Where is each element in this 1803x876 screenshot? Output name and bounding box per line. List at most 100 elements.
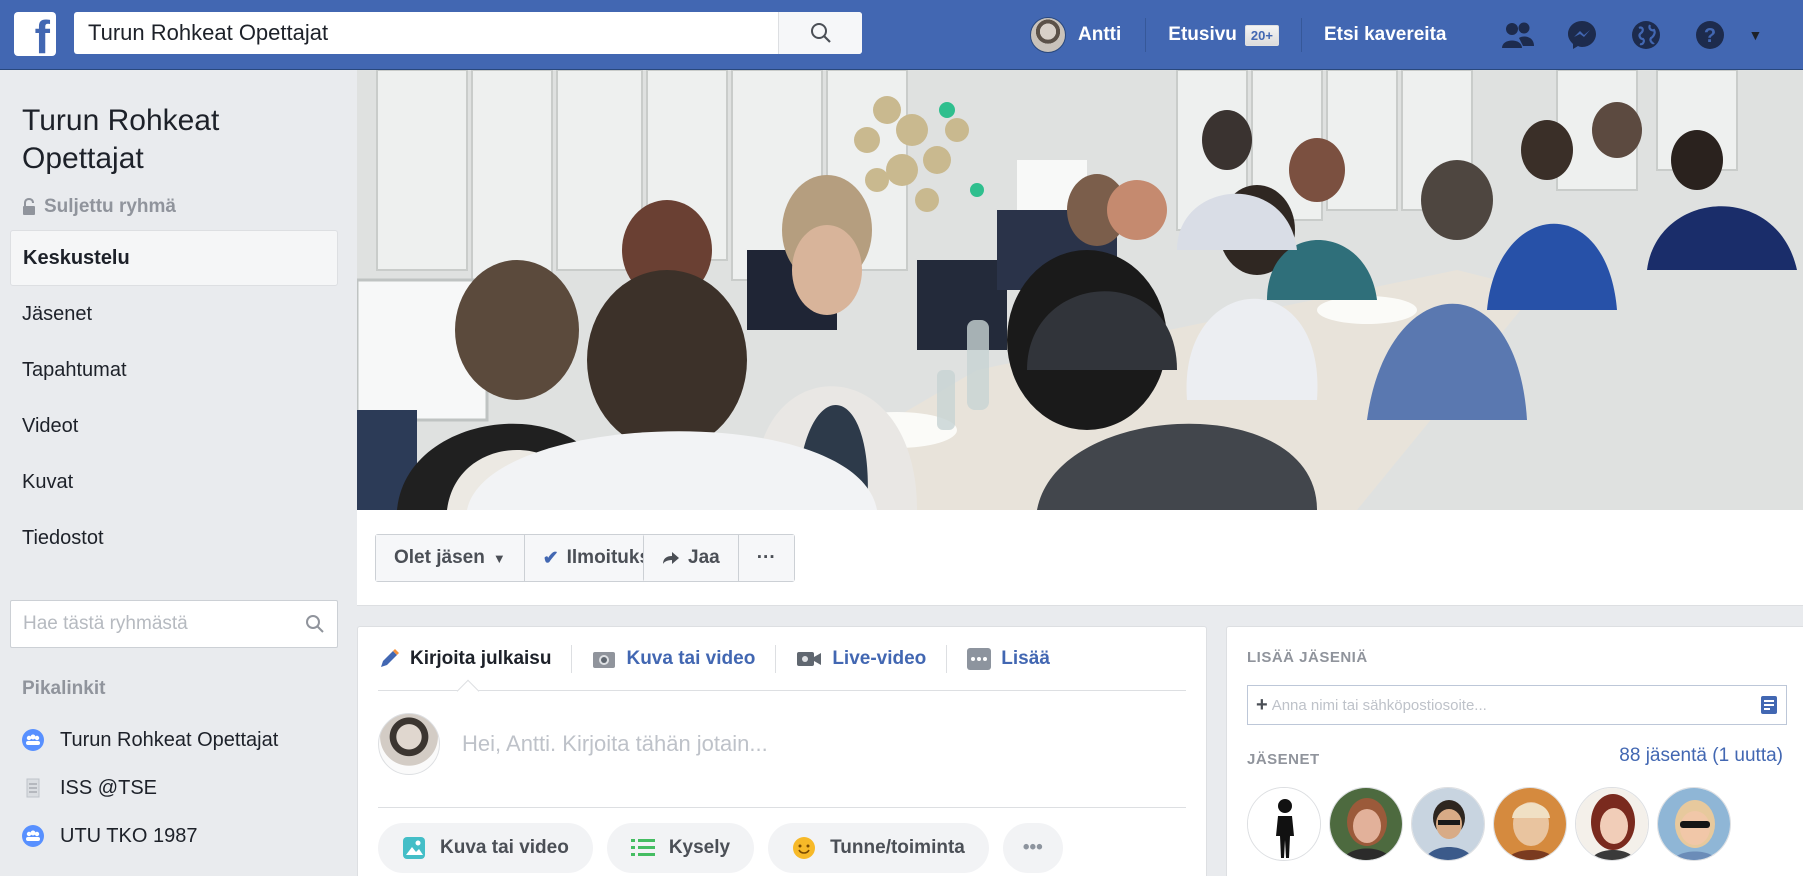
- membership-label: Olet jäsen: [394, 547, 485, 568]
- share-button[interactable]: Jaa: [644, 535, 739, 581]
- tab-label: Lisää: [1001, 647, 1050, 669]
- contact-list-icon[interactable]: [1752, 696, 1786, 714]
- cover-photo-illustration: [357, 70, 1803, 510]
- shortcut-item[interactable]: UTU TKO 1987: [22, 818, 197, 854]
- group-action-bar: Olet jäsen ▼ ✔ Ilmoitukset Jaa ···: [357, 510, 1803, 606]
- member-avatar[interactable]: [1493, 787, 1567, 861]
- photo-video-pill[interactable]: Kuva tai video: [378, 823, 593, 873]
- nav-members[interactable]: Jäsenet: [10, 286, 338, 342]
- feeling-activity-pill[interactable]: Tunne/toiminta: [768, 823, 989, 873]
- home-label: Etusivu: [1168, 24, 1237, 45]
- smiley-icon: [792, 836, 816, 860]
- member-avatar[interactable]: [1329, 787, 1403, 861]
- user-name: Antti: [1078, 24, 1122, 45]
- composer-body[interactable]: Hei, Antti. Kirjoita tähän jotain...: [378, 713, 768, 775]
- shortcut-label: UTU TKO 1987: [60, 824, 198, 847]
- more-icon: [967, 647, 992, 670]
- share-arrow-icon: [663, 552, 679, 564]
- avatar: [1030, 17, 1066, 53]
- pill-label: Tunne/toiminta: [830, 837, 965, 858]
- add-members-card: LISÄÄ JÄSENIÄ + JÄSENET 88 jäsentä (1 uu…: [1226, 626, 1803, 876]
- add-member-field: +: [1247, 685, 1787, 725]
- shortcut-item[interactable]: ISS @TSE: [22, 770, 157, 806]
- group-cover-photo[interactable]: [357, 70, 1803, 510]
- global-search-input[interactable]: [74, 12, 778, 54]
- nav-videos[interactable]: Videot: [10, 398, 338, 454]
- members-count-link[interactable]: 88 jäsentä (1 uutta): [1619, 745, 1783, 767]
- caret-down-icon: ▼: [492, 550, 506, 566]
- profile-link[interactable]: Antti: [1030, 17, 1147, 53]
- friends-icon[interactable]: [1500, 17, 1536, 53]
- notification-badge: 20+: [1244, 24, 1279, 46]
- camera-icon: [592, 649, 616, 669]
- find-friends-label: Etsi kavereita: [1323, 24, 1447, 45]
- facebook-logo[interactable]: f: [14, 12, 56, 60]
- member-avatar[interactable]: [1247, 787, 1321, 861]
- nav-events[interactable]: Tapahtumat: [10, 342, 338, 398]
- plus-icon: +: [1256, 693, 1268, 716]
- nav-discussion[interactable]: Keskustelu: [10, 230, 338, 286]
- group-search-input[interactable]: [11, 613, 293, 635]
- member-avatars: [1247, 787, 1739, 861]
- member-avatar[interactable]: [1411, 787, 1485, 861]
- pencil-icon: [378, 648, 400, 670]
- shortcut-item[interactable]: Turun Rohkeat Opettajat: [22, 722, 278, 758]
- share-buttons: Jaa ···: [643, 534, 795, 582]
- tab-label: Live-video: [832, 647, 927, 669]
- shortcut-label: Turun Rohkeat Opettajat: [60, 728, 279, 751]
- tab-more[interactable]: Lisää: [947, 645, 1070, 673]
- tab-photo-video[interactable]: Kuva tai video: [572, 644, 777, 673]
- find-friends-link[interactable]: Etsi kavereita: [1302, 18, 1469, 52]
- ellipsis-icon: ···: [756, 547, 776, 568]
- members-subtitle: JÄSENET: [1247, 751, 1320, 768]
- divider: [378, 807, 1186, 808]
- add-members-title: LISÄÄ JÄSENIÄ: [1247, 649, 1368, 666]
- post-composer: Kirjoita julkaisu Kuva tai video Live-vi…: [357, 626, 1207, 876]
- avatar: [378, 713, 440, 775]
- membership-button[interactable]: Olet jäsen ▼: [376, 535, 525, 581]
- member-avatar[interactable]: [1575, 787, 1649, 861]
- lock-icon: [23, 198, 35, 215]
- top-nav-right: Antti Etusivu 20+ Etsi kavereita ? ▼: [1030, 0, 1762, 70]
- top-navigation-bar: f Antti Etusivu 20+ Etsi kavereita: [0, 0, 1803, 70]
- tab-live-video[interactable]: Live-video: [776, 644, 948, 673]
- group-privacy: Suljettu ryhmä: [22, 196, 176, 218]
- left-sidebar: Turun Rohkeat Opettajat Suljettu ryhmä K…: [0, 70, 348, 876]
- search-button[interactable]: [778, 12, 862, 54]
- facebook-logo-letter: f: [34, 11, 50, 63]
- add-member-input[interactable]: [1271, 696, 1752, 714]
- tab-write-post[interactable]: Kirjoita julkaisu: [378, 644, 573, 673]
- globe-icon[interactable]: [1628, 17, 1664, 53]
- nav-icons: ? ▼: [1486, 17, 1762, 53]
- tab-label: Kuva tai video: [626, 647, 756, 669]
- share-label: Jaa: [688, 547, 720, 568]
- home-link[interactable]: Etusivu 20+: [1146, 18, 1302, 52]
- shortcut-label: ISS @TSE: [60, 776, 157, 799]
- checkmark-icon: ✔: [542, 547, 559, 569]
- search-icon[interactable]: [293, 614, 337, 634]
- nav-files[interactable]: Tiedostot: [10, 510, 338, 566]
- membership-buttons: Olet jäsen ▼ ✔ Ilmoitukset: [375, 534, 686, 582]
- svg-text:?: ?: [1704, 25, 1716, 47]
- video-camera-icon: [796, 650, 822, 668]
- group-name[interactable]: Turun Rohkeat Opettajat: [22, 102, 322, 178]
- group-navigation: Keskustelu Jäsenet Tapahtumat Videot Kuv…: [10, 230, 338, 566]
- image-icon: [402, 836, 426, 860]
- messenger-icon[interactable]: [1564, 17, 1600, 53]
- global-search: [74, 12, 862, 54]
- composer-placeholder[interactable]: Hei, Antti. Kirjoita tähän jotain...: [462, 731, 768, 757]
- caret-down-icon[interactable]: ▼: [1748, 27, 1762, 43]
- nav-photos[interactable]: Kuvat: [10, 454, 338, 510]
- group-icon: [22, 729, 44, 751]
- group-icon: [22, 825, 44, 847]
- more-actions-pill[interactable]: •••: [1002, 823, 1063, 873]
- pill-label: Kysely: [668, 837, 731, 858]
- shortcuts-title: Pikalinkit: [22, 678, 106, 699]
- poll-pill[interactable]: Kysely: [606, 823, 755, 873]
- pill-label: Kuva tai video: [440, 837, 569, 858]
- search-icon: [810, 23, 831, 43]
- more-options-button[interactable]: ···: [738, 535, 794, 581]
- member-avatar[interactable]: [1657, 787, 1731, 861]
- help-icon[interactable]: ?: [1692, 17, 1728, 53]
- page-icon: [22, 777, 44, 799]
